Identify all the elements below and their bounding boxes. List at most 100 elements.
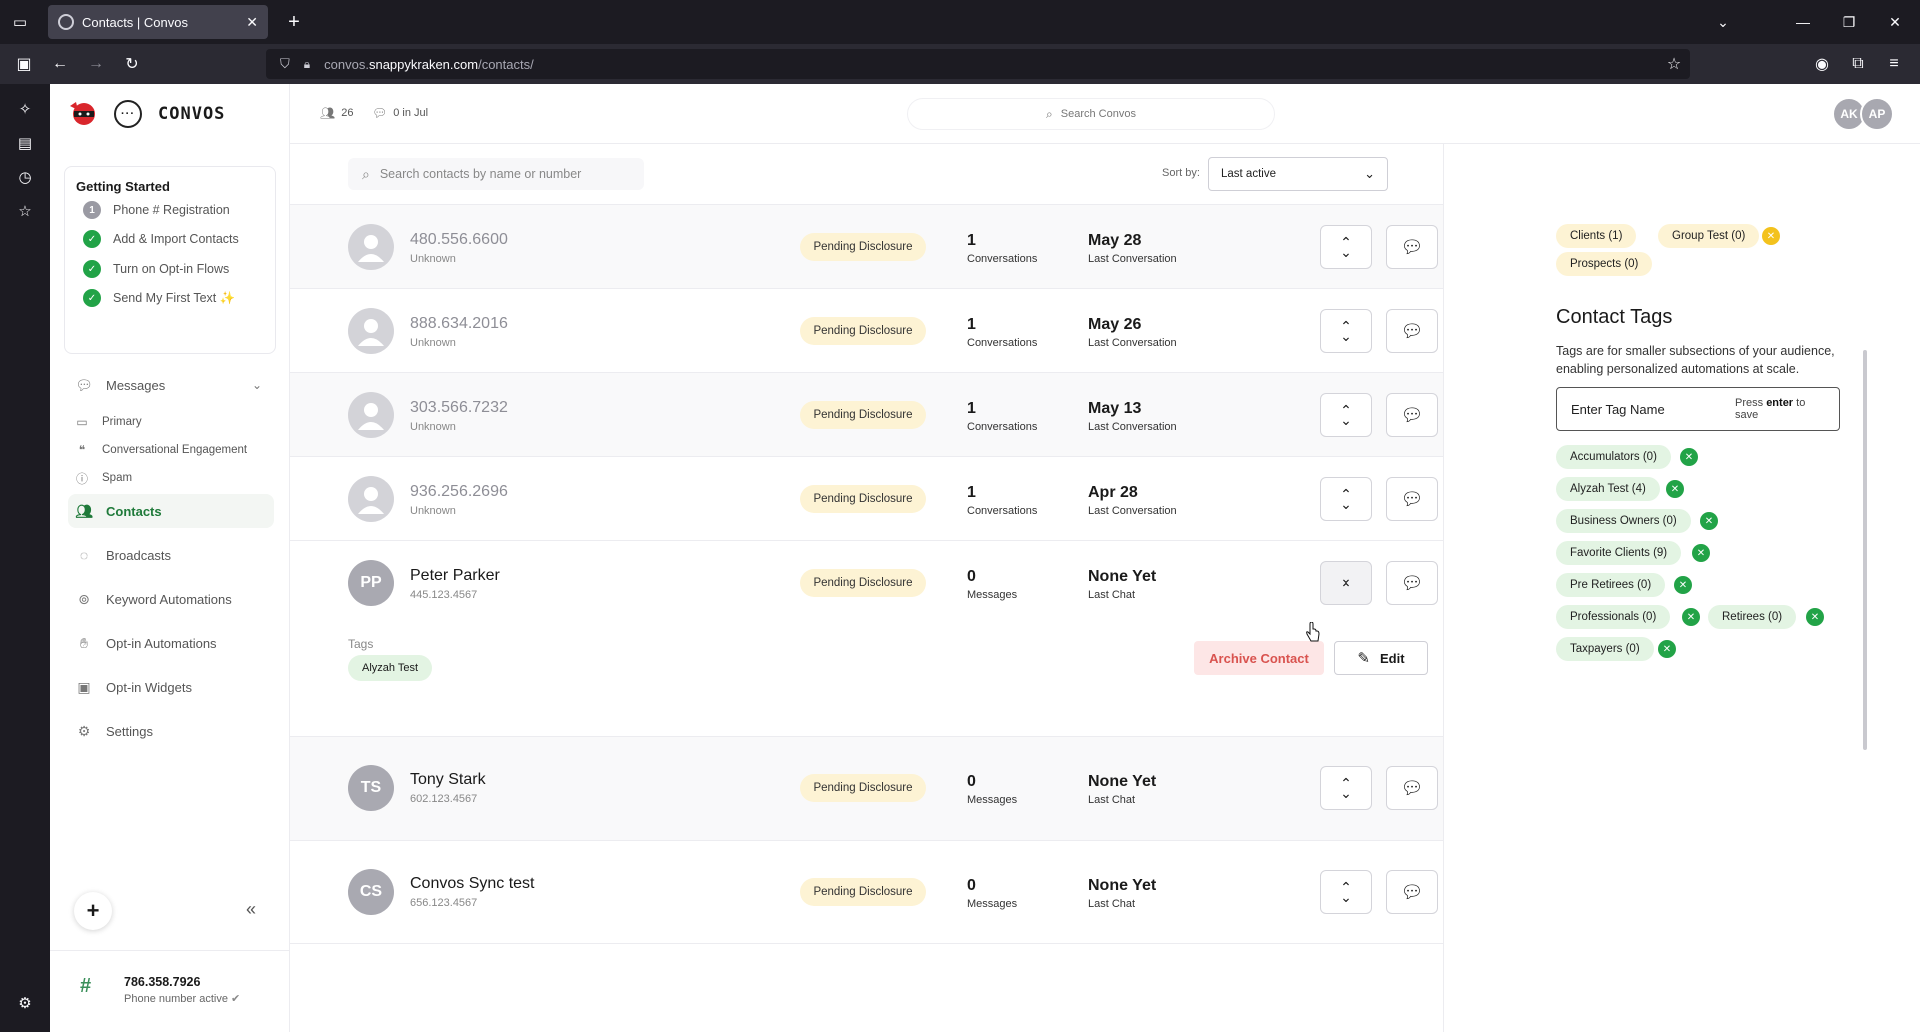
sidebar-item-conversational[interactable]: ❝ Conversational Engagement [68,436,274,464]
expand-button[interactable]: ⌃ ⌄ [1320,225,1372,269]
table-row-expanded[interactable]: PP Peter Parker 445.123.4567 Pending Dis… [290,540,1443,736]
sidebar-item-primary[interactable]: ▭ Primary [68,408,274,436]
sidebar-item-keyword-automations[interactable]: ⊚ Keyword Automations [68,582,274,616]
expand-button[interactable]: ⌃ ⌄ [1320,477,1372,521]
phone-number-box[interactable]: # 786.358.7926 Phone number active ✔ [50,950,290,1032]
collapse-button[interactable]: ⌄ ⌃ [1320,561,1372,605]
tab-list-icon[interactable]: ▭ [0,0,40,44]
contact-search-input[interactable]: ⌕ Search contacts by name or number [348,158,644,190]
global-search-input[interactable]: ⌕ Search Convos [907,98,1275,130]
user-avatars[interactable]: AK AP [1832,97,1894,131]
menu-icon[interactable]: ≡ [1880,50,1908,78]
gs-item-label: Turn on Opt-in Flows [113,262,230,276]
page-scrollbar[interactable] [1863,350,1867,750]
gs-item-phone-registration[interactable]: 1 Phone # Registration [83,201,230,219]
browser-sidebar: ✧ ▤ ◷ ☆ ⚙ [0,84,50,1032]
message-button[interactable]: 💬︎ [1386,477,1438,521]
avatar[interactable]: AP [1860,97,1894,131]
browser-tab-contacts[interactable]: Contacts | Convos ✕ [48,5,268,39]
reload-icon[interactable]: ↻ [118,50,146,78]
table-row[interactable]: 480.556.6600 Unknown Pending Disclosure … [290,204,1443,288]
url-bar[interactable]: ⛉ 🔒︎ convos. snappykraken.com/contacts/ [266,49,1690,79]
count-value: 0 [967,568,976,585]
group-pill[interactable]: Prospects (0) [1556,252,1653,276]
tag-pill[interactable]: Pre Retirees (0) [1556,573,1666,597]
tag-pill[interactable]: Professionals (0) [1556,605,1671,629]
tag-name-input[interactable]: Enter Tag Name Press enter to save [1556,387,1840,431]
sidebar-item-optin-automations[interactable]: ✋︎ Opt-in Automations [68,626,274,660]
count-label: Conversations [967,253,1038,265]
extensions-icon[interactable]: ⧉ [1844,50,1872,78]
tag-pill[interactable]: Alyzah Test (4) [1556,477,1660,501]
shield-icon[interactable]: ⛉ [280,56,290,72]
expand-button[interactable]: ⌃ ⌄ [1320,766,1372,810]
table-row[interactable]: 303.566.7232 Unknown Pending Disclosure … [290,372,1443,456]
archive-contact-button[interactable]: Archive Contact [1194,641,1324,675]
tag-pill[interactable]: Taxpayers (0) [1556,637,1654,661]
message-button[interactable]: 💬︎ [1386,309,1438,353]
table-row[interactable]: 888.634.2016 Unknown Pending Disclosure … [290,288,1443,372]
collapse-sidebar-icon[interactable]: « [246,899,256,920]
bookmarks-icon[interactable]: ☆ [12,198,38,224]
remove-tag-icon[interactable]: ✕ [1666,480,1684,498]
new-tab-icon[interactable]: + [280,8,308,36]
chevron-down-icon[interactable]: ⌄ [1700,0,1746,44]
add-button[interactable]: + [74,892,112,930]
restore-icon[interactable]: ❐ [1826,0,1872,44]
brand-name: CONVOS [158,104,226,124]
edit-contact-button[interactable]: ✎ Edit [1334,641,1428,675]
tag-pill[interactable]: Business Owners (0) [1556,509,1691,533]
group-pill[interactable]: Clients (1) [1556,224,1637,248]
remove-tag-icon[interactable]: ✕ [1674,576,1692,594]
minimize-icon[interactable]: — [1780,0,1826,44]
chevron-down-icon[interactable]: ⌄ [252,378,262,392]
bookmark-star-icon[interactable]: ☆ [1660,50,1688,78]
gs-item-first-text[interactable]: ✓ Send My First Text ✨ [83,289,235,307]
settings-gear-icon[interactable]: ⚙ [12,990,38,1016]
account-icon[interactable]: ◉ [1808,50,1836,78]
sidebar-item-settings[interactable]: ⚙ Settings [68,714,274,748]
sidebar-toggle-icon[interactable]: ▣ [10,50,38,78]
remove-tag-icon[interactable]: ✕ [1700,512,1718,530]
message-button[interactable]: 💬︎ [1386,766,1438,810]
lock-icon[interactable]: 🔒︎ [304,57,310,72]
expand-button[interactable]: ⌃ ⌄ [1320,393,1372,437]
remove-tag-icon[interactable]: ✕ [1680,448,1698,466]
table-row[interactable]: CS Convos Sync test 656.123.4567 Pending… [290,840,1443,944]
tag-pill[interactable]: Favorite Clients (9) [1556,541,1682,565]
table-row[interactable]: TS Tony Stark 602.123.4567 Pending Discl… [290,736,1443,840]
remove-tag-icon[interactable]: ✕ [1658,640,1676,658]
sidebar-item-contacts[interactable]: 👥︎ Contacts [68,494,274,528]
message-button[interactable]: 💬︎ [1386,561,1438,605]
history-icon[interactable]: ◷ [12,164,38,190]
forward-icon[interactable]: → [82,50,110,78]
gs-item-optin-flows[interactable]: ✓ Turn on Opt-in Flows [83,260,229,278]
avatar [348,308,394,354]
group-pill[interactable]: Group Test (0) [1658,224,1760,248]
expand-button[interactable]: ⌃ ⌄ [1320,309,1372,353]
close-window-icon[interactable]: ✕ [1872,0,1918,44]
status-badge: Pending Disclosure [800,401,926,429]
tag-pill[interactable]: Retirees (0) [1708,605,1797,629]
logo[interactable]: ··· CONVOS [66,98,225,130]
remove-tag-icon[interactable]: ✕ [1682,608,1700,626]
sidebar-item-broadcasts[interactable]: ◌ Broadcasts [68,538,274,572]
gs-item-add-import[interactable]: ✓ Add & Import Contacts [83,230,239,248]
reader-icon[interactable]: ▤ [12,130,38,156]
ai-sparkle-icon[interactable]: ✧ [12,96,38,122]
tag-pill[interactable]: Accumulators (0) [1556,445,1671,469]
table-row[interactable]: 936.256.2696 Unknown Pending Disclosure … [290,456,1443,540]
message-button[interactable]: 💬︎ [1386,870,1438,914]
sidebar-item-spam[interactable]: ⓘ Spam [68,464,274,492]
expand-button[interactable]: ⌃ ⌄ [1320,870,1372,914]
close-tab-icon[interactable]: ✕ [246,14,258,31]
remove-tag-icon[interactable]: ✕ [1806,608,1824,626]
remove-group-icon[interactable]: ✕ [1762,227,1780,245]
message-button[interactable]: 💬︎ [1386,393,1438,437]
message-button[interactable]: 💬︎ [1386,225,1438,269]
sort-select[interactable]: Last active ⌄ [1208,157,1388,191]
sidebar-item-messages[interactable]: 💬︎ Messages ⌄ [68,368,274,402]
sidebar-item-optin-widgets[interactable]: ▣ Opt-in Widgets [68,670,274,704]
back-icon[interactable]: ← [46,50,74,78]
remove-tag-icon[interactable]: ✕ [1692,544,1710,562]
